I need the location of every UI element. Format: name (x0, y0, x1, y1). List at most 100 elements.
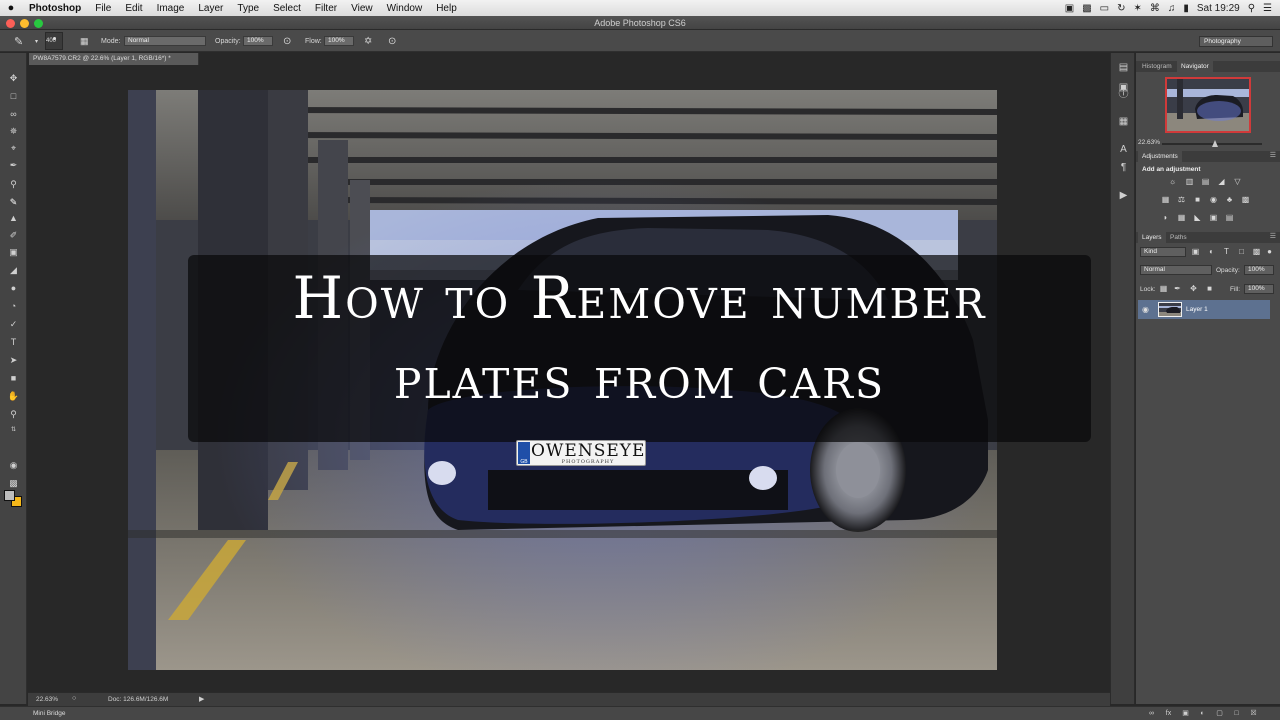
color-balance-icon[interactable]: ⚖ (1176, 195, 1187, 205)
blend-mode-select[interactable]: Normal (1140, 265, 1212, 275)
notification-center-icon[interactable]: ☰ (1263, 3, 1272, 14)
battery-icon[interactable]: ▮ (1183, 3, 1189, 14)
filter-toggle-icon[interactable]: ● (1264, 247, 1275, 257)
search-icon[interactable]: ⚲ (1248, 3, 1255, 14)
actions-play-icon[interactable]: ▶ (1117, 189, 1130, 202)
menu-layer[interactable]: Layer (191, 3, 230, 14)
tab-histogram[interactable]: Histogram (1138, 61, 1176, 72)
layer-thumbnail[interactable] (1158, 302, 1182, 317)
shape-tool-icon[interactable]: ■ (6, 371, 21, 385)
menu-photoshop[interactable]: Photoshop (22, 3, 88, 14)
color-lookup-icon[interactable]: ▩ (1240, 195, 1251, 205)
new-adjustment-layer-icon[interactable]: ◐ (1198, 709, 1207, 718)
dodge-tool-icon[interactable]: ◔ (6, 299, 21, 313)
volume-icon[interactable]: ♫ (1168, 3, 1176, 14)
airbrush-icon[interactable]: ✡ (364, 30, 372, 52)
clock[interactable]: Sat 19:29 (1197, 3, 1240, 14)
history-icon[interactable]: ▤ (1117, 61, 1130, 74)
brush-tool-icon[interactable]: ✎ (6, 195, 21, 209)
mode-select[interactable]: Normal (124, 36, 206, 46)
filter-smart-object-icon[interactable]: ▩ (1251, 247, 1262, 257)
menu-type[interactable]: Type (230, 3, 266, 14)
tab-layers[interactable]: Layers (1138, 232, 1166, 243)
exposure-icon[interactable]: ◢ (1216, 177, 1227, 187)
filter-pixel-icon[interactable]: ▣ (1190, 247, 1201, 257)
info-icon[interactable]: ⓘ (1117, 88, 1130, 101)
brush-preset-picker[interactable]: 400 (45, 32, 63, 50)
blur-tool-icon[interactable]: ● (6, 281, 21, 295)
character-icon[interactable]: A (1117, 143, 1130, 156)
vibrance-icon[interactable]: ▽ (1232, 177, 1243, 187)
navigator-zoom-slider[interactable] (1162, 143, 1262, 145)
status-menu-arrow-icon[interactable]: ▶ (199, 695, 204, 703)
gradient-tool-icon[interactable]: ◢ (6, 263, 21, 277)
chevron-down-icon[interactable]: ▾ (35, 30, 38, 52)
mini-bridge-tab[interactable]: Mini Bridge (33, 710, 66, 717)
tab-paths[interactable]: Paths (1166, 232, 1191, 243)
opacity-field[interactable]: 100% (243, 36, 273, 46)
quick-mask-icon[interactable]: ◉ (6, 458, 21, 472)
zoom-tool-icon[interactable]: ⚲ (6, 407, 21, 421)
brush-presets-icon[interactable]: ▦ (1117, 115, 1130, 128)
brush-panel-icon[interactable]: ▦ (80, 30, 89, 52)
selective-color-icon[interactable]: ▣ (1208, 213, 1219, 223)
foreground-color-swatch[interactable] (4, 490, 15, 501)
type-tool-icon[interactable]: T (6, 335, 21, 349)
workspace-switcher[interactable]: Photography (1199, 36, 1273, 47)
close-button[interactable] (6, 19, 15, 28)
brush-tool-icon[interactable]: ✎ (14, 30, 23, 52)
lock-all-icon[interactable]: ■ (1204, 284, 1215, 294)
mini-bridge-bar[interactable]: Mini Bridge (0, 706, 1280, 720)
menu-file[interactable]: File (88, 3, 118, 14)
flow-field[interactable]: 100% (324, 36, 354, 46)
menu-image[interactable]: Image (150, 3, 192, 14)
lock-position-icon[interactable]: ✥ (1188, 284, 1199, 294)
pressure-size-icon[interactable]: ⊙ (388, 30, 396, 52)
time-machine-icon[interactable]: ↻ (1117, 3, 1125, 14)
healing-brush-tool-icon[interactable]: ⚲ (6, 177, 21, 191)
invert-icon[interactable]: ◗ (1160, 213, 1171, 223)
hue-saturation-icon[interactable]: ▦ (1160, 195, 1171, 205)
layer-style-fx-icon[interactable]: fx (1164, 709, 1173, 718)
menu-window[interactable]: Window (380, 3, 430, 14)
zoom-readout[interactable]: 22.63% (36, 696, 58, 703)
minimize-button[interactable] (20, 19, 29, 28)
navigator-preview[interactable] (1165, 77, 1251, 133)
move-tool-icon[interactable]: ✥ (6, 71, 21, 85)
clone-stamp-tool-icon[interactable]: ▲ (6, 211, 21, 225)
apple-menu-icon[interactable]: ● (0, 2, 22, 14)
menu-filter[interactable]: Filter (308, 3, 344, 14)
menu-view[interactable]: View (344, 3, 380, 14)
hand-tool-icon[interactable]: ✋ (6, 389, 21, 403)
filter-adjustment-icon[interactable]: ◐ (1206, 247, 1217, 257)
filter-shape-icon[interactable]: □ (1236, 247, 1247, 257)
lock-image-icon[interactable]: ✒ (1172, 284, 1183, 294)
marquee-tool-icon[interactable]: □ (6, 89, 21, 103)
eyedropper-tool-icon[interactable]: ✒ (6, 158, 21, 172)
brightness-contrast-icon[interactable]: ☼ (1167, 177, 1178, 187)
wifi-icon[interactable]: ⌘ (1150, 3, 1160, 14)
info-circle-icon[interactable]: ○ (72, 695, 76, 702)
screen-icon[interactable]: ▩ (1082, 3, 1091, 14)
threshold-icon[interactable]: ◣ (1192, 213, 1203, 223)
pen-tool-icon[interactable]: ✓ (6, 317, 21, 331)
tab-navigator[interactable]: Navigator (1177, 61, 1213, 72)
channel-mixer-icon[interactable]: ♣ (1224, 195, 1235, 205)
new-group-icon[interactable]: ▢ (1215, 709, 1224, 718)
layers-panel-menu-icon[interactable]: ☰ (1270, 232, 1276, 240)
lock-transparent-icon[interactable]: ▦ (1158, 284, 1169, 294)
posterize-icon[interactable]: ▦ (1176, 213, 1187, 223)
display-icon[interactable]: ▭ (1100, 3, 1109, 14)
gradient-map-icon[interactable]: ▤ (1224, 213, 1235, 223)
crop-tool-icon[interactable]: ⌖ (6, 141, 21, 155)
photo-filter-icon[interactable]: ◉ (1208, 195, 1219, 205)
new-layer-icon[interactable]: □ (1232, 709, 1241, 718)
history-brush-tool-icon[interactable]: ✐ (6, 228, 21, 242)
curves-icon[interactable]: ▤ (1200, 177, 1211, 187)
screen-mode-icon[interactable]: ▩ (6, 476, 21, 490)
eraser-tool-icon[interactable]: ▣ (6, 245, 21, 259)
layer-name[interactable]: Layer 1 (1186, 306, 1208, 313)
paragraph-icon[interactable]: ¶ (1117, 161, 1130, 174)
camera-icon[interactable]: ▣ (1065, 3, 1074, 14)
delete-layer-icon[interactable]: ☒ (1249, 709, 1258, 718)
